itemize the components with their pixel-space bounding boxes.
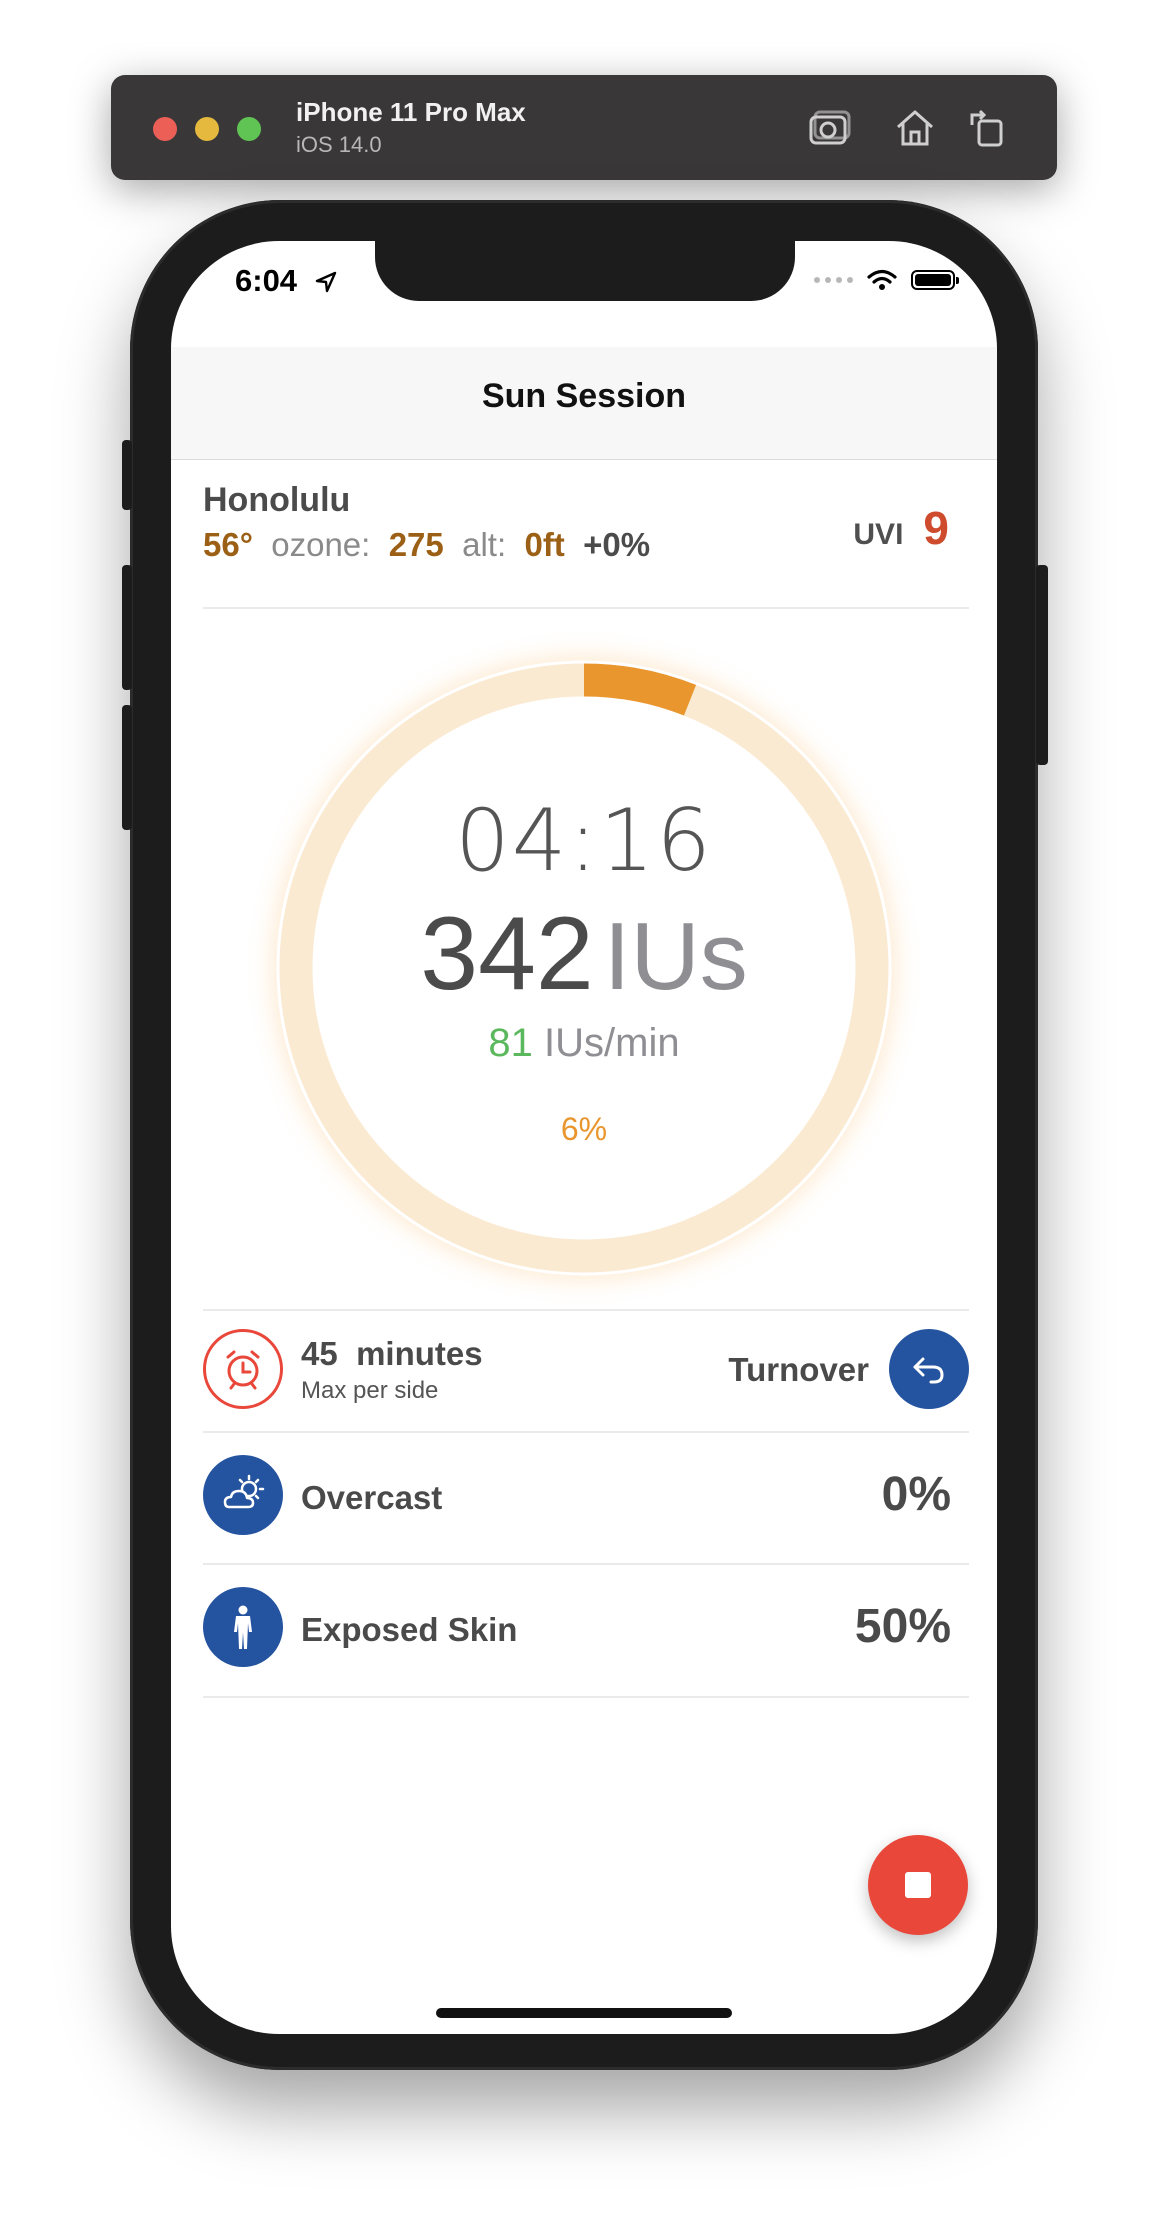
uvi-label: UVI <box>853 518 904 551</box>
human-body-icon <box>203 1587 283 1667</box>
partly-cloudy-icon <box>203 1455 283 1535</box>
divider <box>203 607 969 609</box>
home-button[interactable] <box>892 105 938 151</box>
max-per-side-label: Max per side <box>301 1377 439 1404</box>
divider <box>203 1431 969 1433</box>
altitude-value: 0ft <box>524 526 565 563</box>
screenshot-button[interactable] <box>806 105 852 151</box>
turnover-label: Turnover <box>728 1351 869 1388</box>
altitude-adjustment: +0% <box>583 526 651 563</box>
stop-icon <box>905 1872 931 1898</box>
location-arrow-icon <box>315 271 337 293</box>
navigation-bar: Sun Session <box>171 347 997 460</box>
ius-value: 342 <box>420 896 594 1012</box>
location-summary[interactable]: Honolulu 56° ozone: 275 alt: 0ft +0% UVI… <box>203 481 969 564</box>
divider <box>203 1309 969 1311</box>
alarm-clock-icon <box>203 1329 283 1409</box>
divider <box>203 1696 969 1698</box>
temperature-value: 56° <box>203 526 253 563</box>
notch <box>375 241 795 301</box>
progress-percent: 6% <box>560 1111 608 1147</box>
page-title: Sun Session <box>481 377 687 415</box>
rate-unit: IUs/min <box>544 1021 680 1065</box>
overcast-label: Overcast <box>301 1479 443 1516</box>
home-indicator[interactable] <box>436 2008 732 2018</box>
altitude-label: alt: <box>462 526 507 563</box>
session-timer: 04:16 <box>455 791 713 891</box>
simulator-title-bar: iPhone 11 Pro Max iOS 14.0 <box>111 75 1057 180</box>
power-button <box>1036 565 1048 765</box>
uv-index: UVI 9 <box>853 501 949 555</box>
ius-total: 342 IUs <box>279 895 889 1014</box>
zoom-window-button[interactable] <box>237 117 261 141</box>
max-per-side-value: 45 minutes <box>301 1335 483 1373</box>
ozone-value: 275 <box>388 526 444 563</box>
rotate-button[interactable] <box>966 105 1012 151</box>
cellular-signal-icon <box>814 277 853 283</box>
minimize-window-button[interactable] <box>195 117 219 141</box>
battery-icon <box>911 270 959 290</box>
simulator-device-name: iPhone 11 Pro Max <box>296 97 526 127</box>
overcast-value: 0% <box>881 1468 951 1521</box>
exposed-skin-value: 50% <box>854 1600 951 1653</box>
rotate-icon <box>970 109 1003 147</box>
home-icon <box>897 110 933 146</box>
status-indicators <box>814 269 959 291</box>
app-screen: 6:04 Sun Session Honolulu 56° ozone: 275… <box>171 241 997 2034</box>
ozone-label: ozone: <box>271 526 371 563</box>
turnover-arrow-icon <box>913 1357 944 1384</box>
rate-value: 81 <box>488 1021 533 1065</box>
status-time: 6:04 <box>235 263 298 298</box>
silent-switch <box>122 440 132 510</box>
session-progress-ring: 04:16 342 IUs 81 IUs/min 6% <box>276 660 892 1276</box>
max-minutes-unit: minutes <box>356 1335 483 1372</box>
max-per-side-row[interactable]: 45 minutes Max per side Turnover <box>203 1313 969 1443</box>
overcast-row[interactable]: Overcast 0% <box>203 1437 969 1567</box>
session-readout: 04:16 342 IUs 81 IUs/min 6% <box>279 663 889 1273</box>
ius-rate: 81 IUs/min <box>279 1021 889 1066</box>
stop-session-button[interactable] <box>868 1835 968 1935</box>
ius-unit: IUs <box>603 903 748 1010</box>
exposed-skin-label: Exposed Skin <box>301 1611 518 1648</box>
max-minutes-value: 45 <box>301 1335 338 1372</box>
exposed-skin-row[interactable]: Exposed Skin 50% <box>203 1569 969 1699</box>
uvi-value: 9 <box>923 502 949 554</box>
volume-down-button <box>122 705 132 830</box>
simulator-os-version: iOS 14.0 <box>296 132 382 157</box>
wifi-icon <box>867 269 897 290</box>
camera-icon <box>809 110 851 145</box>
turnover-button[interactable] <box>889 1329 969 1409</box>
divider <box>203 1563 969 1565</box>
volume-up-button <box>122 565 132 690</box>
close-window-button[interactable] <box>153 117 177 141</box>
